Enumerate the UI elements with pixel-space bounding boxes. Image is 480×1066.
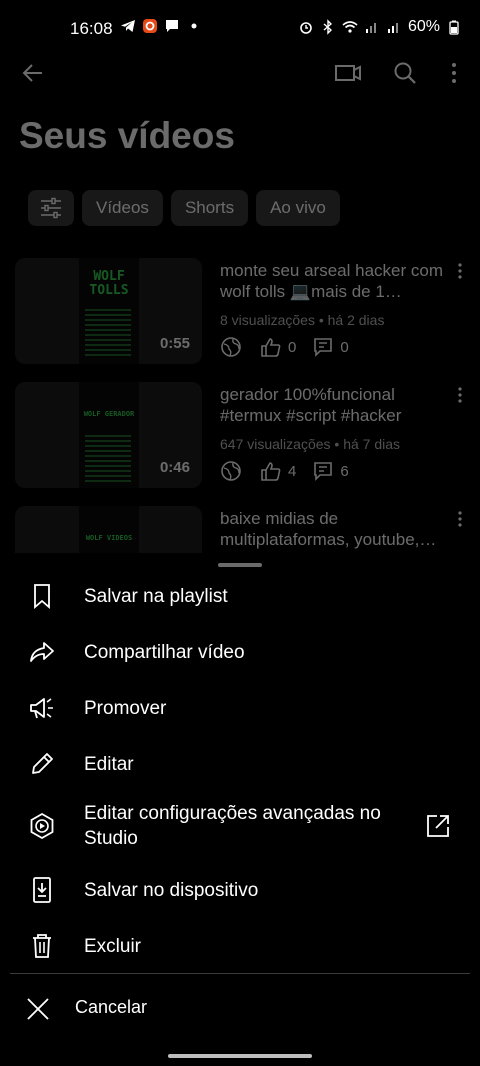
item-more-icon[interactable]	[454, 510, 466, 528]
drag-handle[interactable]	[218, 563, 262, 567]
menu-item-save-playlist[interactable]: Salvar na playlist	[0, 568, 480, 624]
cancel-button[interactable]: Cancelar	[0, 981, 480, 1037]
video-stats: 4 6	[220, 460, 349, 482]
menu-item-download[interactable]: Salvar no dispositivo	[0, 862, 480, 918]
video-title[interactable]: gerador 100%funcional #termux #script #h…	[220, 384, 458, 426]
more-options-icon[interactable]	[444, 60, 464, 86]
video-duration: 0:46	[159, 459, 190, 476]
home-indicator[interactable]	[168, 1054, 312, 1058]
video-item[interactable]: WOLF VIDEOS baixe midias de multiplatafo…	[15, 506, 470, 554]
back-arrow-icon[interactable]	[20, 60, 46, 86]
video-duration: 0:55	[159, 335, 190, 352]
divider	[10, 973, 470, 974]
studio-icon	[30, 812, 54, 840]
video-thumbnail[interactable]: WOLF TOLLS 0:55	[15, 258, 202, 364]
video-item[interactable]: WOLF GERADOR 0:46 gerador 100%funcional …	[15, 382, 470, 488]
globe-icon	[221, 337, 241, 357]
comment-count: 0	[340, 338, 349, 356]
filter-chips: Vídeos Shorts Ao vivo	[28, 190, 340, 226]
pencil-icon	[32, 753, 53, 774]
item-more-icon[interactable]	[454, 386, 466, 404]
search-icon[interactable]	[392, 60, 418, 86]
globe-icon	[221, 461, 241, 481]
menu-item-label: Editar	[84, 753, 134, 775]
megaphone-icon	[30, 698, 53, 719]
bookmark-icon	[34, 584, 50, 609]
menu-item-label: Excluir	[84, 935, 142, 957]
menu-item-label: Promover	[84, 697, 167, 719]
menu-item-label: Salvar na playlist	[84, 585, 228, 607]
like-count: 0	[288, 338, 297, 356]
like-icon	[261, 338, 281, 357]
menu-item-promote[interactable]: Promover	[0, 680, 480, 736]
chip-shorts[interactable]: Shorts	[170, 190, 249, 226]
chip-live[interactable]: Ao vivo	[256, 190, 340, 226]
video-stats: 0 0	[220, 336, 349, 358]
video-thumbnail[interactable]: WOLF VIDEOS	[15, 506, 202, 554]
cancel-label: Cancelar	[75, 997, 148, 1017]
menu-item-delete[interactable]: Excluir	[0, 918, 480, 974]
page-title: Seus vídeos	[19, 115, 235, 156]
filter-settings-chip[interactable]	[28, 190, 74, 226]
chip-videos[interactable]: Vídeos	[82, 190, 163, 226]
thumbnail-text: WOLF GERADOR	[83, 410, 135, 418]
menu-item-label: Editar configurações avançadas no Studio	[84, 803, 381, 849]
thumbnail-text: WOLF TOLLS	[89, 269, 129, 298]
external-link-icon	[427, 815, 449, 837]
create-video-icon[interactable]	[334, 60, 362, 86]
menu-item-share[interactable]: Compartilhar vídeo	[0, 624, 480, 680]
item-more-icon[interactable]	[454, 262, 466, 280]
sliders-icon	[41, 197, 61, 219]
close-icon	[27, 998, 49, 1020]
video-thumbnail[interactable]: WOLF GERADOR 0:46	[15, 382, 202, 488]
menu-item-label: Compartilhar vídeo	[84, 641, 245, 663]
video-title[interactable]: baixe midias de multiplataformas, youtub…	[220, 508, 458, 550]
video-title[interactable]: monte seu arseal hacker com wolf tolls 💻…	[220, 260, 458, 302]
top-app-bar	[0, 56, 480, 90]
video-meta: 647 visualizações • há 7 dias	[220, 436, 401, 452]
comment-count: 6	[340, 462, 349, 480]
bottom-sheet-menu: Salvar na playlist Compartilhar vídeo Pr…	[0, 553, 480, 1066]
share-icon	[30, 642, 54, 662]
comment-icon	[314, 462, 333, 481]
menu-item-label: Salvar no dispositivo	[84, 879, 259, 901]
comment-icon	[314, 338, 333, 357]
video-item[interactable]: WOLF TOLLS 0:55 monte seu arseal hacker …	[15, 258, 470, 364]
like-icon	[261, 462, 281, 481]
menu-item-edit[interactable]: Editar	[0, 736, 480, 792]
like-count: 4	[288, 462, 297, 480]
trash-icon	[33, 934, 51, 958]
menu-item-studio[interactable]: Editar configurações avançadas no Studio	[0, 797, 480, 855]
download-icon	[33, 877, 51, 903]
thumbnail-text: WOLF VIDEOS	[85, 534, 133, 542]
video-meta: 8 visualizações • há 2 dias	[220, 312, 385, 328]
